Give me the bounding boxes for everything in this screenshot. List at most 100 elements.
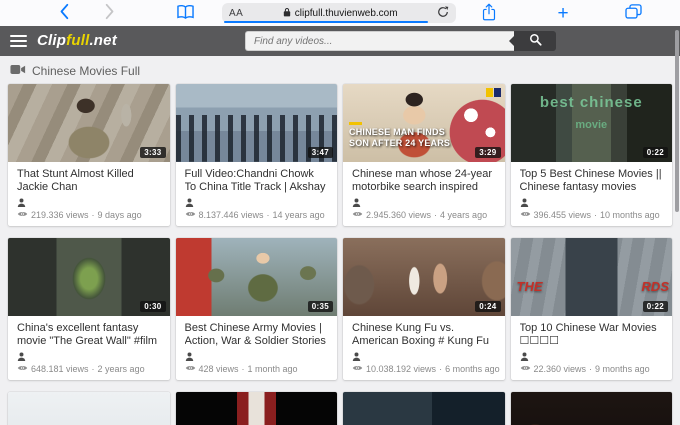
eye-icon <box>185 364 196 374</box>
search-button[interactable] <box>509 31 556 51</box>
upload-age: 1 month ago <box>247 364 298 374</box>
eye-icon <box>352 364 363 374</box>
uploader-icon <box>17 194 26 212</box>
view-count: 648.181 views <box>31 364 89 374</box>
forward-button[interactable] <box>98 0 122 26</box>
video-thumbnail[interactable] <box>8 392 170 425</box>
video-thumbnail[interactable] <box>175 392 337 425</box>
upload-age: 9 months ago <box>595 364 650 374</box>
video-thumbnail[interactable]: 3:47 <box>175 84 337 162</box>
video-title[interactable]: Chinese man whose 24-year motorbike sear… <box>352 168 496 194</box>
video-title[interactable]: Best Chinese Army Movies | Action, War &… <box>185 322 329 348</box>
scrollbar[interactable] <box>675 30 679 212</box>
video-thumbnail[interactable]: 0:30 <box>8 238 170 316</box>
uploader-row <box>17 352 161 361</box>
eye-icon <box>185 210 196 220</box>
browser-toolbar: AA clipfull.thuvienweb.com + <box>0 0 680 26</box>
new-tab-button[interactable]: + <box>550 0 576 26</box>
site-logo[interactable]: Clipfull.net <box>37 32 117 49</box>
video-thumbnail[interactable]: best chinese movie 0:22 <box>510 84 672 162</box>
meta-separator: · <box>91 364 95 374</box>
reload-button[interactable] <box>437 5 449 21</box>
video-thumbnail[interactable]: 0:24 <box>343 238 505 316</box>
video-card[interactable] <box>510 392 672 425</box>
video-title[interactable]: Top 10 Chinese War Movies ☐☐☐☐ <box>520 322 664 348</box>
page-loading-bar <box>224 21 428 23</box>
section-header: Chinese Movies Full <box>0 56 680 84</box>
uploader-row <box>520 198 664 207</box>
bookmarks-book-icon <box>176 4 195 23</box>
video-card[interactable]: 0:35 Best Chinese Army Movies | Action, … <box>175 238 337 380</box>
meta-separator: · <box>434 210 438 220</box>
video-card[interactable] <box>175 392 337 425</box>
uploader-icon <box>352 348 361 366</box>
meta-separator: · <box>594 210 598 220</box>
search-icon <box>529 33 542 49</box>
eye-icon <box>17 210 28 220</box>
video-card[interactable]: CHINESE MAN FINDS SON AFTER 24 YEARS 3:2… <box>343 84 505 226</box>
views-row: 8.137.446 views · 14 years ago <box>185 210 329 220</box>
duration-badge: 0:30 <box>140 301 166 312</box>
duration-badge: 0:22 <box>642 301 668 312</box>
video-thumbnail[interactable] <box>510 392 672 425</box>
tab-overview-button[interactable] <box>620 0 646 26</box>
meta-separator: · <box>589 364 593 374</box>
upload-age: 4 years ago <box>440 210 488 220</box>
view-count: 428 views <box>198 364 239 374</box>
uploader-row <box>17 198 161 207</box>
eye-icon <box>17 364 28 374</box>
video-title[interactable]: Chinese Kung Fu vs. American Boxing # Ku… <box>352 322 496 348</box>
video-card[interactable] <box>343 392 505 425</box>
view-count: 10.038.192 views <box>366 364 437 374</box>
new-tab-plus-icon: + <box>557 2 569 24</box>
video-card[interactable]: 0:30 China's excellent fantasy movie "Th… <box>8 238 170 380</box>
video-title[interactable]: Full Video:Chandni Chowk To China Title … <box>185 168 329 194</box>
video-title[interactable]: China's excellent fantasy movie "The Gre… <box>17 322 161 348</box>
upload-age: 9 days ago <box>97 210 142 220</box>
views-row: 648.181 views · 2 years ago <box>17 364 161 374</box>
views-row: 428 views · 1 month ago <box>185 364 329 374</box>
uploader-row <box>352 198 496 207</box>
menu-button[interactable] <box>10 35 27 47</box>
url-text: clipfull.thuvienweb.com <box>294 7 398 19</box>
video-card[interactable] <box>8 392 170 425</box>
meta-separator: · <box>241 364 245 374</box>
reader-options-button[interactable]: AA <box>229 8 243 19</box>
video-card[interactable]: THE RDS 0:22 Top 10 Chinese War Movies ☐☐… <box>510 238 672 380</box>
video-thumbnail[interactable]: 0:35 <box>175 238 337 316</box>
channel-logo-badge <box>485 88 501 97</box>
video-thumbnail[interactable]: CHINESE MAN FINDS SON AFTER 24 YEARS 3:2… <box>343 84 505 162</box>
search-input[interactable] <box>245 31 514 51</box>
uploader-row <box>185 352 329 361</box>
uploader-icon <box>352 194 361 212</box>
video-grid: 3:33 That Stunt Almost Killed Jackie Cha… <box>0 84 680 380</box>
uploader-icon <box>520 194 529 212</box>
back-button[interactable] <box>52 0 76 26</box>
view-count: 8.137.446 views <box>198 210 264 220</box>
video-card[interactable]: 3:47 Full Video:Chandni Chowk To China T… <box>175 84 337 226</box>
site-header: Clipfull.net <box>0 26 680 56</box>
video-thumbnail[interactable]: 3:33 <box>8 84 170 162</box>
thumbnail-caption: CHINESE MAN FINDS SON AFTER 24 YEARS <box>349 122 450 149</box>
video-thumbnail[interactable]: THE RDS 0:22 <box>510 238 672 316</box>
bookmarks-button[interactable] <box>172 0 198 26</box>
uploader-row <box>185 198 329 207</box>
video-thumbnail[interactable] <box>343 392 505 425</box>
video-title[interactable]: That Stunt Almost Killed Jackie Chan <box>17 168 161 194</box>
share-button[interactable] <box>477 0 501 26</box>
view-count: 396.455 views <box>533 210 592 220</box>
address-bar[interactable]: AA clipfull.thuvienweb.com <box>222 3 456 23</box>
video-title[interactable]: Top 5 Best Chinese Movies || Chinese fan… <box>520 168 664 194</box>
uploader-icon <box>520 348 529 366</box>
meta-separator: · <box>91 210 95 220</box>
eye-icon <box>520 210 531 220</box>
url-display[interactable]: clipfull.thuvienweb.com <box>243 4 437 22</box>
video-card[interactable]: 3:33 That Stunt Almost Killed Jackie Cha… <box>8 84 170 226</box>
video-card[interactable]: best chinese movie 0:22 Top 5 Best Chine… <box>510 84 672 226</box>
uploader-icon <box>17 348 26 366</box>
video-card[interactable]: 0:24 Chinese Kung Fu vs. American Boxing… <box>343 238 505 380</box>
upload-age: 2 years ago <box>97 364 145 374</box>
eye-icon <box>520 364 531 374</box>
duration-badge: 0:35 <box>307 301 333 312</box>
views-row: 2.945.360 views · 4 years ago <box>352 210 496 220</box>
